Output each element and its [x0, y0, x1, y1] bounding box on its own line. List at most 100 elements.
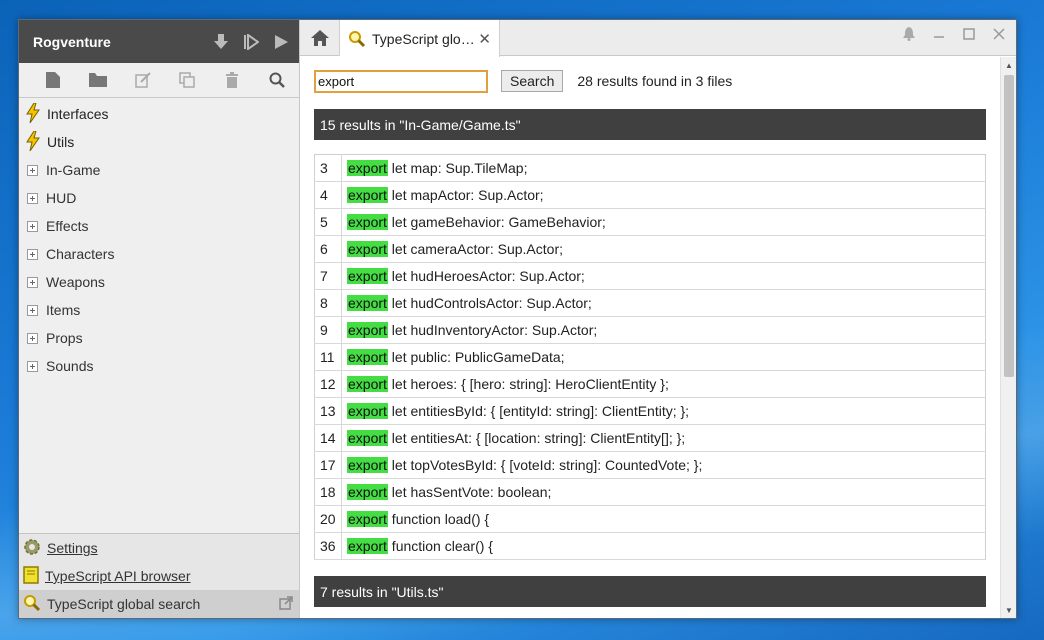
line-number: 36: [314, 532, 342, 560]
tree-item-hud[interactable]: HUD: [19, 184, 299, 212]
tool-settings[interactable]: Settings: [19, 534, 299, 562]
tree-item-effects[interactable]: Effects: [19, 212, 299, 240]
result-row[interactable]: 17 export let topVotesById: { [voteId: st…: [314, 451, 986, 479]
tree-item-sounds[interactable]: Sounds: [19, 352, 299, 380]
result-row[interactable]: 7 export let hudHeroesActor: Sup.Actor;: [314, 262, 986, 290]
results-table: 3 export let map: Sup.TileMap; 4 export let…: [314, 154, 986, 560]
minimize-button[interactable]: [928, 24, 950, 44]
expand-icon[interactable]: [27, 164, 38, 176]
result-row[interactable]: 36 export function clear() {: [314, 532, 986, 560]
code-line[interactable]: export let map: Sup.TileMap;: [341, 154, 986, 182]
code-line[interactable]: export let hudControlsActor: Sup.Actor;: [341, 289, 986, 317]
tab-label: TypeScript glo…: [372, 30, 475, 47]
search-input[interactable]: [314, 69, 488, 93]
result-row[interactable]: 9 export let hudInventoryActor: Sup.Actor…: [314, 316, 986, 344]
tree-item-characters[interactable]: Characters: [19, 240, 299, 268]
line-number: 18: [314, 478, 342, 506]
tool-label: TypeScript API browser: [45, 568, 191, 584]
match-highlight: export: [347, 322, 388, 338]
download-button[interactable]: [209, 30, 233, 54]
result-row[interactable]: 4 export let mapActor: Sup.Actor;: [314, 181, 986, 209]
result-groups: 15 results in "In-Game/Game.ts" 3 export l…: [314, 109, 1000, 618]
asset-tree: Interfaces Utils In-Game HUD Effects Characte…: [19, 98, 299, 380]
line-number: 11: [314, 343, 342, 371]
result-row[interactable]: 11 export let public: PublicGameData;: [314, 343, 986, 371]
sidebar-toolbar: [19, 63, 299, 98]
home-tab[interactable]: [300, 20, 340, 56]
sidebar: Rogventure Interfaces Utils In-Game HUD …: [19, 20, 300, 618]
code-line[interactable]: export let heroes: { [hero: string]: Her…: [341, 370, 986, 398]
code-line[interactable]: export let mapActor: Sup.Actor;: [341, 181, 986, 209]
expand-icon[interactable]: [27, 220, 38, 232]
search-assets-button[interactable]: [254, 66, 299, 94]
result-row[interactable]: 3 export let map: Sup.TileMap;: [314, 154, 986, 182]
scroll-thumb[interactable]: [1004, 75, 1014, 377]
code-line[interactable]: export function clear() {: [341, 532, 986, 560]
expand-icon[interactable]: [27, 276, 38, 288]
tree-item-items[interactable]: Items: [19, 296, 299, 324]
new-asset-button[interactable]: [31, 66, 76, 94]
expand-icon[interactable]: [27, 192, 38, 204]
debug-run-button[interactable]: [239, 30, 263, 54]
expand-icon[interactable]: [27, 360, 38, 372]
result-row[interactable]: 13 export let entitiesById: { [entityId: …: [314, 397, 986, 425]
result-row[interactable]: 5 export let gameBehavior: GameBehavior;: [314, 208, 986, 236]
tool-typescript-api-browser[interactable]: TypeScript API browser: [19, 562, 299, 590]
code-line[interactable]: export let entitiesAt: { [location: stri…: [341, 424, 986, 452]
close-window-button[interactable]: [988, 24, 1010, 44]
tree-item-in-game[interactable]: In-Game: [19, 156, 299, 184]
code-text: function load() {: [387, 511, 490, 527]
expand-icon[interactable]: [27, 332, 38, 344]
popout-icon[interactable]: [279, 596, 293, 613]
result-row[interactable]: 20 export function load() {: [314, 505, 986, 533]
expand-icon[interactable]: [27, 248, 38, 260]
tree-item-label: Items: [46, 302, 81, 318]
tree-item-utils[interactable]: Utils: [19, 128, 299, 156]
result-row[interactable]: 14 export let entitiesAt: { [location: st…: [314, 424, 986, 452]
tree-item-label: Weapons: [46, 274, 105, 290]
scroll-down-icon[interactable]: ▼: [1001, 602, 1017, 618]
maximize-button[interactable]: [958, 24, 980, 44]
result-row[interactable]: 6 export let cameraActor: Sup.Actor;: [314, 235, 986, 263]
search-button[interactable]: Search: [501, 70, 564, 92]
code-line[interactable]: export function load() {: [341, 505, 986, 533]
code-line[interactable]: export let hudHeroesActor: Sup.Actor;: [341, 262, 986, 290]
code-line[interactable]: export let topVotesById: { [voteId: stri…: [341, 451, 986, 479]
new-folder-button[interactable]: [76, 66, 121, 94]
vertical-scrollbar[interactable]: ▲ ▼: [1000, 57, 1016, 618]
result-row[interactable]: 12 export let heroes: { [hero: string]: H…: [314, 370, 986, 398]
tree-item-label: Utils: [47, 134, 75, 150]
result-row[interactable]: 8 export let hudControlsActor: Sup.Actor;: [314, 289, 986, 317]
tree-item-weapons[interactable]: Weapons: [19, 268, 299, 296]
line-number: 5: [314, 208, 342, 236]
scroll-up-icon[interactable]: ▲: [1001, 57, 1017, 73]
expand-icon[interactable]: [27, 304, 38, 316]
play-icon: [275, 34, 288, 49]
close-icon[interactable]: ✕: [478, 30, 491, 48]
tool-label: TypeScript global search: [47, 596, 201, 612]
run-button[interactable]: [269, 30, 293, 54]
tree-item-interfaces[interactable]: Interfaces: [19, 100, 299, 128]
tab-typescript-global-search[interactable]: TypeScript glo… ✕: [340, 20, 500, 57]
code-line[interactable]: export let gameBehavior: GameBehavior;: [341, 208, 986, 236]
duplicate-icon: [179, 72, 196, 88]
code-text: let hudHeroesActor: Sup.Actor;: [387, 268, 585, 284]
tree-item-label: Sounds: [46, 358, 94, 374]
tool-typescript-global-search[interactable]: TypeScript global search: [19, 590, 299, 618]
trash-button[interactable]: [210, 66, 255, 94]
code-line[interactable]: export let public: PublicGameData;: [341, 343, 986, 371]
notifications-button[interactable]: [898, 24, 920, 44]
duplicate-button[interactable]: [165, 66, 210, 94]
result-row[interactable]: 18 export let hasSentVote: boolean;: [314, 478, 986, 506]
match-highlight: export: [347, 295, 388, 311]
code-line[interactable]: export let hasSentVote: boolean;: [341, 478, 986, 506]
match-highlight: export: [347, 268, 388, 284]
code-line[interactable]: export let cameraActor: Sup.Actor;: [341, 235, 986, 263]
rename-button[interactable]: [120, 66, 165, 94]
tree-item-props[interactable]: Props: [19, 324, 299, 352]
code-text: let entitiesById: { [entityId: string]: …: [387, 403, 690, 419]
code-line[interactable]: export let hudInventoryActor: Sup.Actor;: [341, 316, 986, 344]
app-window: Rogventure Interfaces Utils In-Game HUD …: [18, 19, 1017, 619]
code-line[interactable]: export let entitiesById: { [entityId: st…: [341, 397, 986, 425]
match-highlight: export: [347, 484, 388, 500]
